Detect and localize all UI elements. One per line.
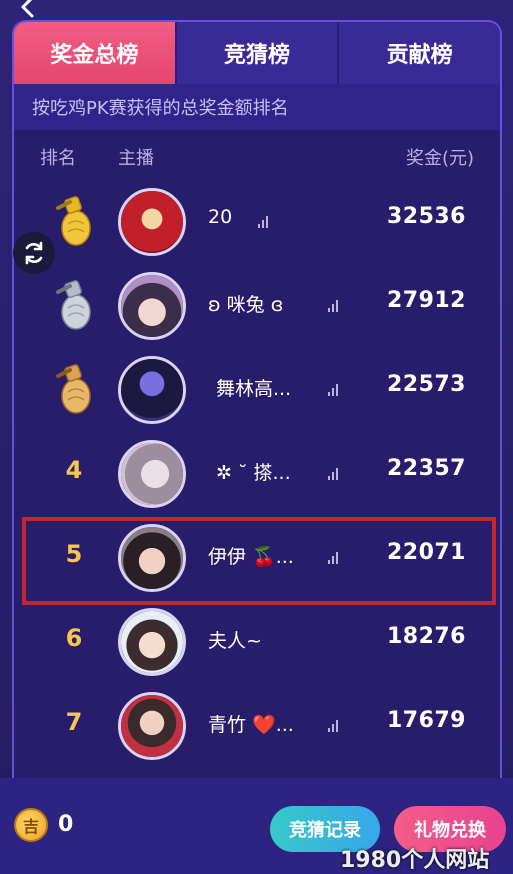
- ranking-description: 按吃鸡PK赛获得的总奖金额排名: [14, 84, 500, 130]
- avatar[interactable]: [118, 188, 186, 256]
- host-name: 夫人~: [208, 630, 262, 652]
- table-row[interactable]: 7 青竹 ❤️... 17679: [14, 684, 500, 768]
- column-host: 主播: [118, 148, 154, 169]
- avatar[interactable]: [118, 608, 186, 676]
- host-name: ʚ 咪兔 ɞ: [208, 294, 284, 316]
- watermark: 1980个人网站: [340, 848, 490, 873]
- bronze-medal-icon: [56, 364, 91, 414]
- refresh-button[interactable]: [13, 232, 55, 274]
- tab-contribution[interactable]: 贡献榜: [339, 22, 500, 84]
- tab-total-prize[interactable]: 奖金总榜: [14, 22, 177, 84]
- table-row[interactable]: ʚ 咪兔 ɞ 27912: [14, 264, 500, 348]
- avatar[interactable]: [118, 440, 186, 508]
- rank-number: 4: [65, 456, 83, 484]
- tab-bar: 奖金总榜 竞猜榜 贡献榜: [14, 22, 500, 84]
- gold-medal-icon: [56, 196, 91, 246]
- signal-icon: [258, 216, 270, 228]
- signal-icon: [328, 720, 340, 732]
- avatar[interactable]: [118, 692, 186, 760]
- host-name: ✲ ˘ 搽...: [216, 462, 291, 484]
- refresh-icon: [25, 241, 43, 265]
- column-prize: 奖金(元): [405, 148, 474, 169]
- rank-number: 6: [65, 624, 83, 652]
- avatar[interactable]: [118, 356, 186, 424]
- prize-amount: 18276: [386, 624, 466, 649]
- table-row[interactable]: 6 夫人~ 18276: [14, 600, 500, 684]
- prize-amount: 27912: [386, 288, 466, 313]
- prize-amount: 22573: [386, 372, 466, 397]
- host-name: 青竹 ❤️...: [208, 714, 294, 736]
- host-name: 舞林高...: [216, 378, 292, 400]
- table-row[interactable]: 舞林高... 22573: [14, 348, 500, 432]
- signal-icon: [328, 384, 340, 396]
- coin-balance: 0: [58, 812, 74, 837]
- signal-icon: [328, 300, 340, 312]
- avatar[interactable]: [118, 272, 186, 340]
- column-header: 排名 主播 奖金(元): [14, 130, 500, 180]
- prize-amount: 32536: [386, 204, 466, 229]
- silver-medal-icon: [56, 280, 91, 330]
- coin-icon: 吉: [14, 808, 48, 842]
- table-row[interactable]: 4 ✲ ˘ 搽... 22357: [14, 432, 500, 516]
- table-row[interactable]: 20 32536: [14, 180, 500, 264]
- prize-amount: 17679: [386, 708, 466, 733]
- prize-amount: 22357: [386, 456, 466, 481]
- column-rank: 排名: [40, 148, 76, 169]
- leaderboard-panel: 奖金总榜 竞猜榜 贡献榜 按吃鸡PK赛获得的总奖金额排名 排名 主播 奖金(元)…: [12, 20, 502, 810]
- signal-icon: [328, 468, 340, 480]
- host-name: 20: [208, 206, 233, 228]
- leaderboard-screen: 奖金总榜 竞猜榜 贡献榜 按吃鸡PK赛获得的总奖金额排名 排名 主播 奖金(元)…: [0, 0, 513, 874]
- highlight-box: [22, 517, 496, 605]
- tab-guess[interactable]: 竞猜榜: [176, 22, 340, 84]
- rank-number: 7: [65, 708, 83, 736]
- back-arrow-icon[interactable]: [14, 0, 40, 18]
